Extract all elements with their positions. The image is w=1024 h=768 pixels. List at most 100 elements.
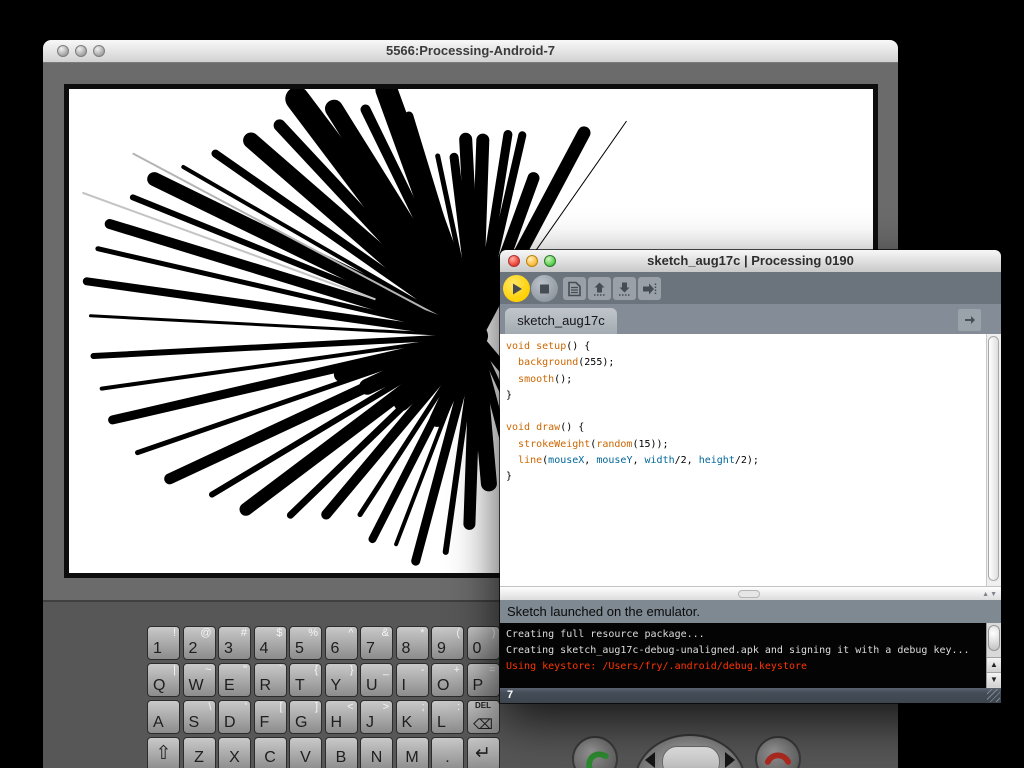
key-3[interactable]: 3 # xyxy=(218,626,251,660)
key-z[interactable]: Z xyxy=(182,737,216,768)
line-number: 7 xyxy=(507,689,514,701)
processing-titlebar[interactable]: sketch_aug17c | Processing 0190 xyxy=(500,250,1001,273)
key-label: M xyxy=(405,749,419,766)
key-enter[interactable]: ↵ xyxy=(466,737,500,768)
key-q[interactable]: Q | xyxy=(147,663,180,697)
tab-sketch[interactable]: sketch_aug17c xyxy=(505,308,617,334)
key-e[interactable]: E " xyxy=(218,663,251,697)
call-button[interactable] xyxy=(572,736,618,768)
key-g[interactable]: G] xyxy=(289,700,322,734)
key-s[interactable]: S \ xyxy=(182,700,216,734)
editor-scrollbar-thumb[interactable] xyxy=(988,336,999,581)
key-alt-label: & xyxy=(381,627,389,639)
key-r[interactable]: R ` xyxy=(253,663,287,697)
enter-icon: ↵ xyxy=(475,743,491,764)
stop-icon xyxy=(531,275,558,293)
key-.[interactable]: . xyxy=(431,737,464,768)
key-5[interactable]: 5% xyxy=(289,626,322,660)
processing-toolbar xyxy=(500,272,1001,304)
tab-menu-button[interactable] xyxy=(958,309,981,331)
key-label: X xyxy=(229,749,240,766)
key-j[interactable]: J > xyxy=(360,700,393,734)
shift-icon: ⇧ xyxy=(155,743,172,764)
run-button[interactable] xyxy=(503,275,530,302)
processing-window: sketch_aug17c | Processing 0190 sketch_a… xyxy=(500,250,1001,703)
key-l[interactable]: L: xyxy=(431,700,464,734)
console-line: Creating sketch_aug17c-debug-unaligned.a… xyxy=(506,645,970,656)
dpad-right-icon[interactable] xyxy=(725,752,735,768)
key-b[interactable]: B xyxy=(324,737,358,768)
editor-hscrollbar[interactable]: ▲▼ xyxy=(500,586,1001,600)
key-m[interactable]: M xyxy=(395,737,429,768)
key-label: R xyxy=(259,677,272,694)
arrow-right-icon xyxy=(964,316,975,324)
key-u[interactable]: U _ xyxy=(360,663,393,697)
key-label: B xyxy=(335,749,347,766)
processing-window-title: sketch_aug17c | Processing 0190 xyxy=(647,253,854,268)
scroll-arrows-icon[interactable]: ▲▼ xyxy=(982,591,998,598)
stop-button[interactable] xyxy=(531,275,558,302)
key-del[interactable]: DEL ⌫ xyxy=(466,700,500,734)
arrow-down-icon xyxy=(613,277,636,296)
code-line: void setup() { xyxy=(506,341,591,352)
code-editor[interactable]: void setup() { background(255); smooth()… xyxy=(500,334,986,586)
key-h[interactable]: H < xyxy=(324,700,358,734)
key-label: 0 xyxy=(472,640,482,657)
key-label: 4 xyxy=(259,640,269,657)
keyboard-row: Q | W ~ E " R ` T{Y} U _ I - O + P = xyxy=(147,663,500,697)
key-w[interactable]: W ~ xyxy=(182,663,216,697)
key-0[interactable]: 0) xyxy=(466,626,500,660)
key-alt-label: ; xyxy=(421,701,425,713)
key-label: E xyxy=(224,677,235,694)
dpad[interactable] xyxy=(634,734,746,768)
key-i[interactable]: I- xyxy=(395,663,429,697)
key-n[interactable]: N xyxy=(360,737,393,768)
hangup-button[interactable] xyxy=(755,736,801,768)
key-7[interactable]: 7 & xyxy=(360,626,393,660)
key-c[interactable]: C xyxy=(253,737,287,768)
key-6[interactable]: 6 ^ xyxy=(324,626,358,660)
key-9[interactable]: 9( xyxy=(431,626,464,660)
console-scroll-up-button[interactable]: ▲ xyxy=(987,657,1001,672)
console-scrollbar-thumb[interactable] xyxy=(988,625,1000,651)
new-sketch-button[interactable] xyxy=(563,277,586,300)
key-y[interactable]: Y} xyxy=(324,663,358,697)
key-shift[interactable]: ⇧ xyxy=(147,737,180,768)
key-4[interactable]: 4 $ xyxy=(253,626,287,660)
key-label: C xyxy=(264,749,276,766)
key-d[interactable]: D ' xyxy=(218,700,251,734)
key-label: N xyxy=(370,749,383,766)
key-label: 8 xyxy=(401,640,411,657)
key-8[interactable]: 8 * xyxy=(395,626,429,660)
console-scrollbar[interactable]: ▲ ▼ xyxy=(986,623,1001,688)
open-button[interactable] xyxy=(588,277,611,300)
key-label: 2 xyxy=(188,640,198,657)
console-scroll-down-button[interactable]: ▼ xyxy=(987,672,1001,687)
save-button[interactable] xyxy=(613,277,636,300)
key-2[interactable]: 2 @ xyxy=(182,626,216,660)
key-k[interactable]: K; xyxy=(395,700,429,734)
editor-footer: 7 xyxy=(500,688,1001,703)
key-label: I xyxy=(401,677,406,694)
emulator-keyboard: 1! 2 @3 #4 $5% 6 ^ 7 & 8 * 9(0) Q | W ~ E " R ` T{Y} U _ I - O + P =… xyxy=(147,626,500,768)
key-t[interactable]: T{ xyxy=(289,663,322,697)
key-label: S xyxy=(188,714,200,731)
tab-bar: sketch_aug17c xyxy=(500,304,1001,334)
export-button[interactable] xyxy=(638,277,661,300)
dpad-left-icon[interactable] xyxy=(645,752,655,768)
key-label: J xyxy=(366,714,374,731)
emulator-titlebar[interactable]: 5566:Processing-Android-7 xyxy=(43,40,898,63)
key-f[interactable]: F[ xyxy=(253,700,287,734)
editor-scrollbar[interactable] xyxy=(986,334,1001,586)
resize-grip[interactable] xyxy=(987,689,1000,702)
new-document-icon xyxy=(563,277,586,296)
key-x[interactable]: X xyxy=(218,737,251,768)
key-p[interactable]: P = xyxy=(466,663,500,697)
key-v[interactable]: V xyxy=(289,737,322,768)
editor-hscrollbar-thumb[interactable] xyxy=(738,590,760,598)
key-label: O xyxy=(437,677,450,694)
key-1[interactable]: 1! xyxy=(147,626,180,660)
dpad-center-button[interactable] xyxy=(662,746,720,768)
key-a[interactable]: A xyxy=(147,700,180,734)
key-o[interactable]: O + xyxy=(431,663,464,697)
